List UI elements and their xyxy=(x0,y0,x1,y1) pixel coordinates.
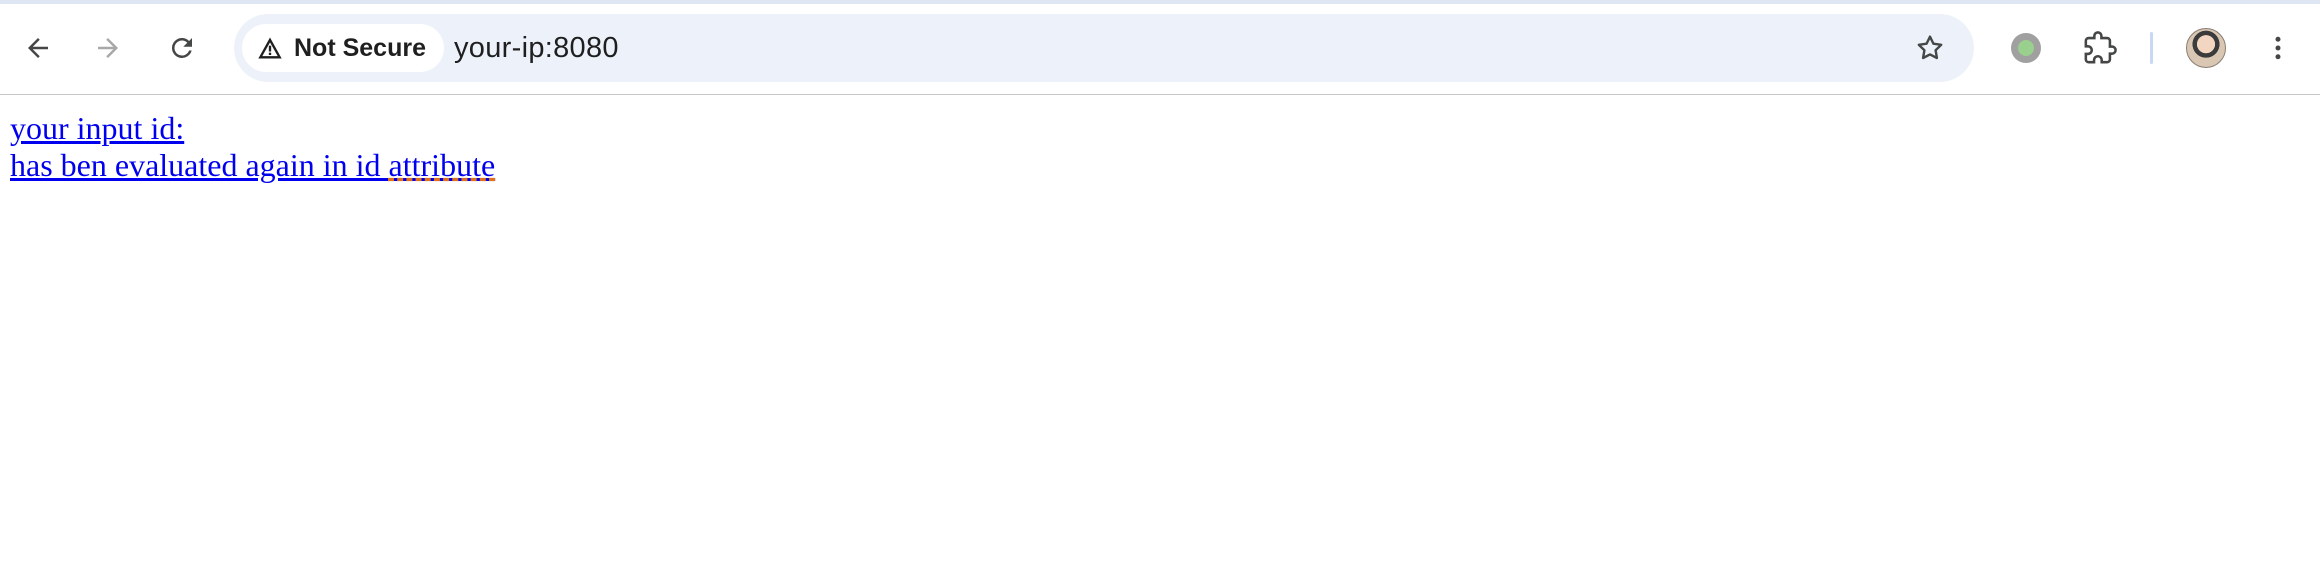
back-button[interactable] xyxy=(12,22,64,74)
misspelled-word: attribute xyxy=(388,147,496,183)
profile-button[interactable] xyxy=(2180,22,2232,74)
security-label: Not Secure xyxy=(294,33,426,62)
bookmark-button[interactable] xyxy=(1910,28,1950,68)
input-id-link[interactable]: your input id: xyxy=(10,110,495,147)
url-text[interactable]: your-ip:8080 xyxy=(454,14,619,82)
arrow-right-icon xyxy=(98,38,118,58)
tab-strip-edge xyxy=(0,0,2320,4)
kebab-menu-icon xyxy=(2275,36,2281,60)
status-dot-icon xyxy=(2011,33,2041,63)
evaluated-link-text: has ben evaluated again in id xyxy=(10,147,389,183)
menu-button[interactable] xyxy=(2252,22,2304,74)
extensions-button[interactable] xyxy=(2074,22,2126,74)
address-bar[interactable]: Not Secure your-ip:8080 xyxy=(234,14,1974,82)
arrow-left-icon xyxy=(28,38,48,58)
security-indicator[interactable]: Not Secure xyxy=(242,24,444,72)
reload-button[interactable] xyxy=(156,22,208,74)
reload-icon xyxy=(171,37,192,58)
evaluated-link[interactable]: has ben evaluated again in id attribute xyxy=(10,147,495,184)
extension-status-button[interactable] xyxy=(2000,22,2052,74)
star-icon xyxy=(1917,35,1943,60)
puzzle-icon xyxy=(2084,31,2117,64)
avatar-icon xyxy=(2186,28,2226,68)
page-content: your input id: has ben evaluated again i… xyxy=(10,110,495,184)
forward-button[interactable] xyxy=(82,22,134,74)
warning-triangle-icon xyxy=(258,37,282,59)
browser-toolbar: Not Secure your-ip:8080 xyxy=(0,0,2320,95)
toolbar-divider xyxy=(2150,32,2153,64)
